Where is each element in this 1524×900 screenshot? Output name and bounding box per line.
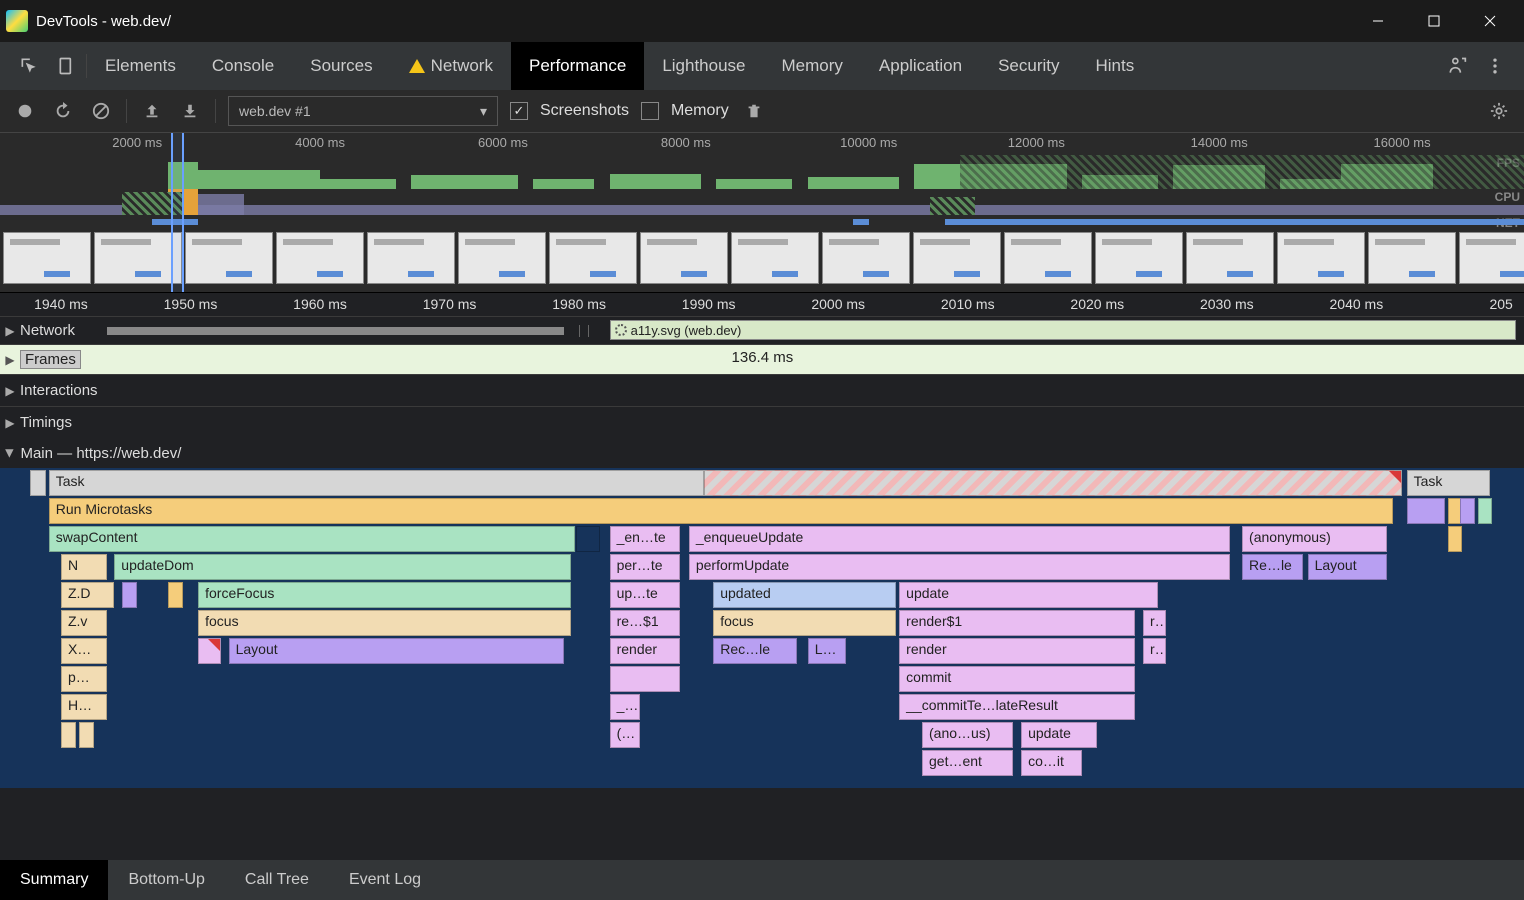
settings-button[interactable] [1486,98,1512,124]
tab-network[interactable]: Network [391,42,511,90]
upload-button[interactable] [139,98,165,124]
chevron-right-icon[interactable]: ▶ [0,384,20,398]
overview-fps: FPS [0,155,1524,189]
clear-button[interactable] [88,98,114,124]
window-controls [1350,0,1518,42]
screenshot-thumb[interactable] [3,232,91,284]
chevron-right-icon[interactable]: ▶ [0,324,20,338]
lane-frames[interactable]: ▶ Frames 136.4 ms [0,344,1524,374]
tab-lighthouse[interactable]: Lighthouse [644,42,763,90]
overview-screenshots [0,229,1524,287]
separator [215,99,216,123]
tab-elements[interactable]: Elements [87,42,194,90]
overview-net: NET [0,215,1524,229]
profile-select[interactable]: web.dev #1 ▾ [228,96,498,126]
lane-network[interactable]: ▶ Network a11y.svg (web.dev) [0,316,1524,344]
bottom-tabs: Summary Bottom-Up Call Tree Event Log [0,860,1524,900]
memory-label: Memory [671,102,729,120]
device-icon[interactable] [48,56,86,76]
tab-console[interactable]: Console [194,42,292,90]
screenshots-label: Screenshots [540,102,629,120]
chevron-down-icon[interactable]: ▶ [4,449,17,457]
tab-performance[interactable]: Performance [511,42,644,90]
tab-event-log[interactable]: Event Log [329,860,441,900]
app-icon [6,10,28,32]
microtasks-bar[interactable]: Run Microtasks [49,498,1393,524]
reload-record-button[interactable] [50,98,76,124]
tab-hints[interactable]: Hints [1078,42,1153,90]
screenshots-checkbox[interactable] [510,102,528,120]
lane-main-header[interactable]: ▶ Main — https://web.dev/ [0,438,1524,468]
separator [126,99,127,123]
tab-bottom-up[interactable]: Bottom-Up [108,860,224,900]
lane-timings[interactable]: ▶ Timings [0,406,1524,438]
window-titlebar: DevTools - web.dev/ [0,0,1524,42]
window-title: DevTools - web.dev/ [36,13,1350,30]
maximize-button[interactable] [1406,0,1462,42]
task-bar[interactable]: Task [1407,470,1491,496]
memory-checkbox[interactable] [641,102,659,120]
inspect-icon[interactable] [10,56,48,76]
performance-toolbar: web.dev #1 ▾ Screenshots Memory [0,90,1524,132]
long-task-bar[interactable] [704,470,1402,496]
lane-interactions[interactable]: ▶ Interactions [0,374,1524,406]
tab-summary[interactable]: Summary [0,860,108,900]
frame-duration: 136.4 ms [732,349,794,366]
overview-panel[interactable]: 2000 ms 4000 ms 6000 ms 8000 ms 10000 ms… [0,132,1524,292]
network-request[interactable]: a11y.svg (web.dev) [610,320,1517,340]
tab-call-tree[interactable]: Call Tree [225,860,329,900]
chevron-right-icon[interactable]: ▶ [0,353,20,367]
task-bar[interactable]: Task [49,470,704,496]
tab-sources[interactable]: Sources [292,42,390,90]
chevron-right-icon[interactable]: ▶ [0,416,20,430]
feedback-icon[interactable] [1438,56,1476,76]
loading-icon [615,324,627,336]
tab-memory[interactable]: Memory [764,42,861,90]
chevron-down-icon: ▾ [480,103,487,120]
minimize-button[interactable] [1350,0,1406,42]
devtools-tabs: Elements Console Sources Network Perform… [0,42,1524,90]
profile-name: web.dev #1 [239,103,311,119]
trash-button[interactable] [741,98,767,124]
record-button[interactable] [12,98,38,124]
overview-cpu: CPU [0,189,1524,215]
tab-security[interactable]: Security [980,42,1077,90]
flame-chart[interactable]: Task Task Run Microtasks swapContent _en… [0,468,1524,788]
detail-ruler[interactable]: 1940 ms 1950 ms 1960 ms 1970 ms 1980 ms … [0,292,1524,316]
overview-ruler: 2000 ms 4000 ms 6000 ms 8000 ms 10000 ms… [0,133,1524,155]
tab-application[interactable]: Application [861,42,980,90]
more-icon[interactable] [1476,56,1514,76]
close-button[interactable] [1462,0,1518,42]
download-button[interactable] [177,98,203,124]
